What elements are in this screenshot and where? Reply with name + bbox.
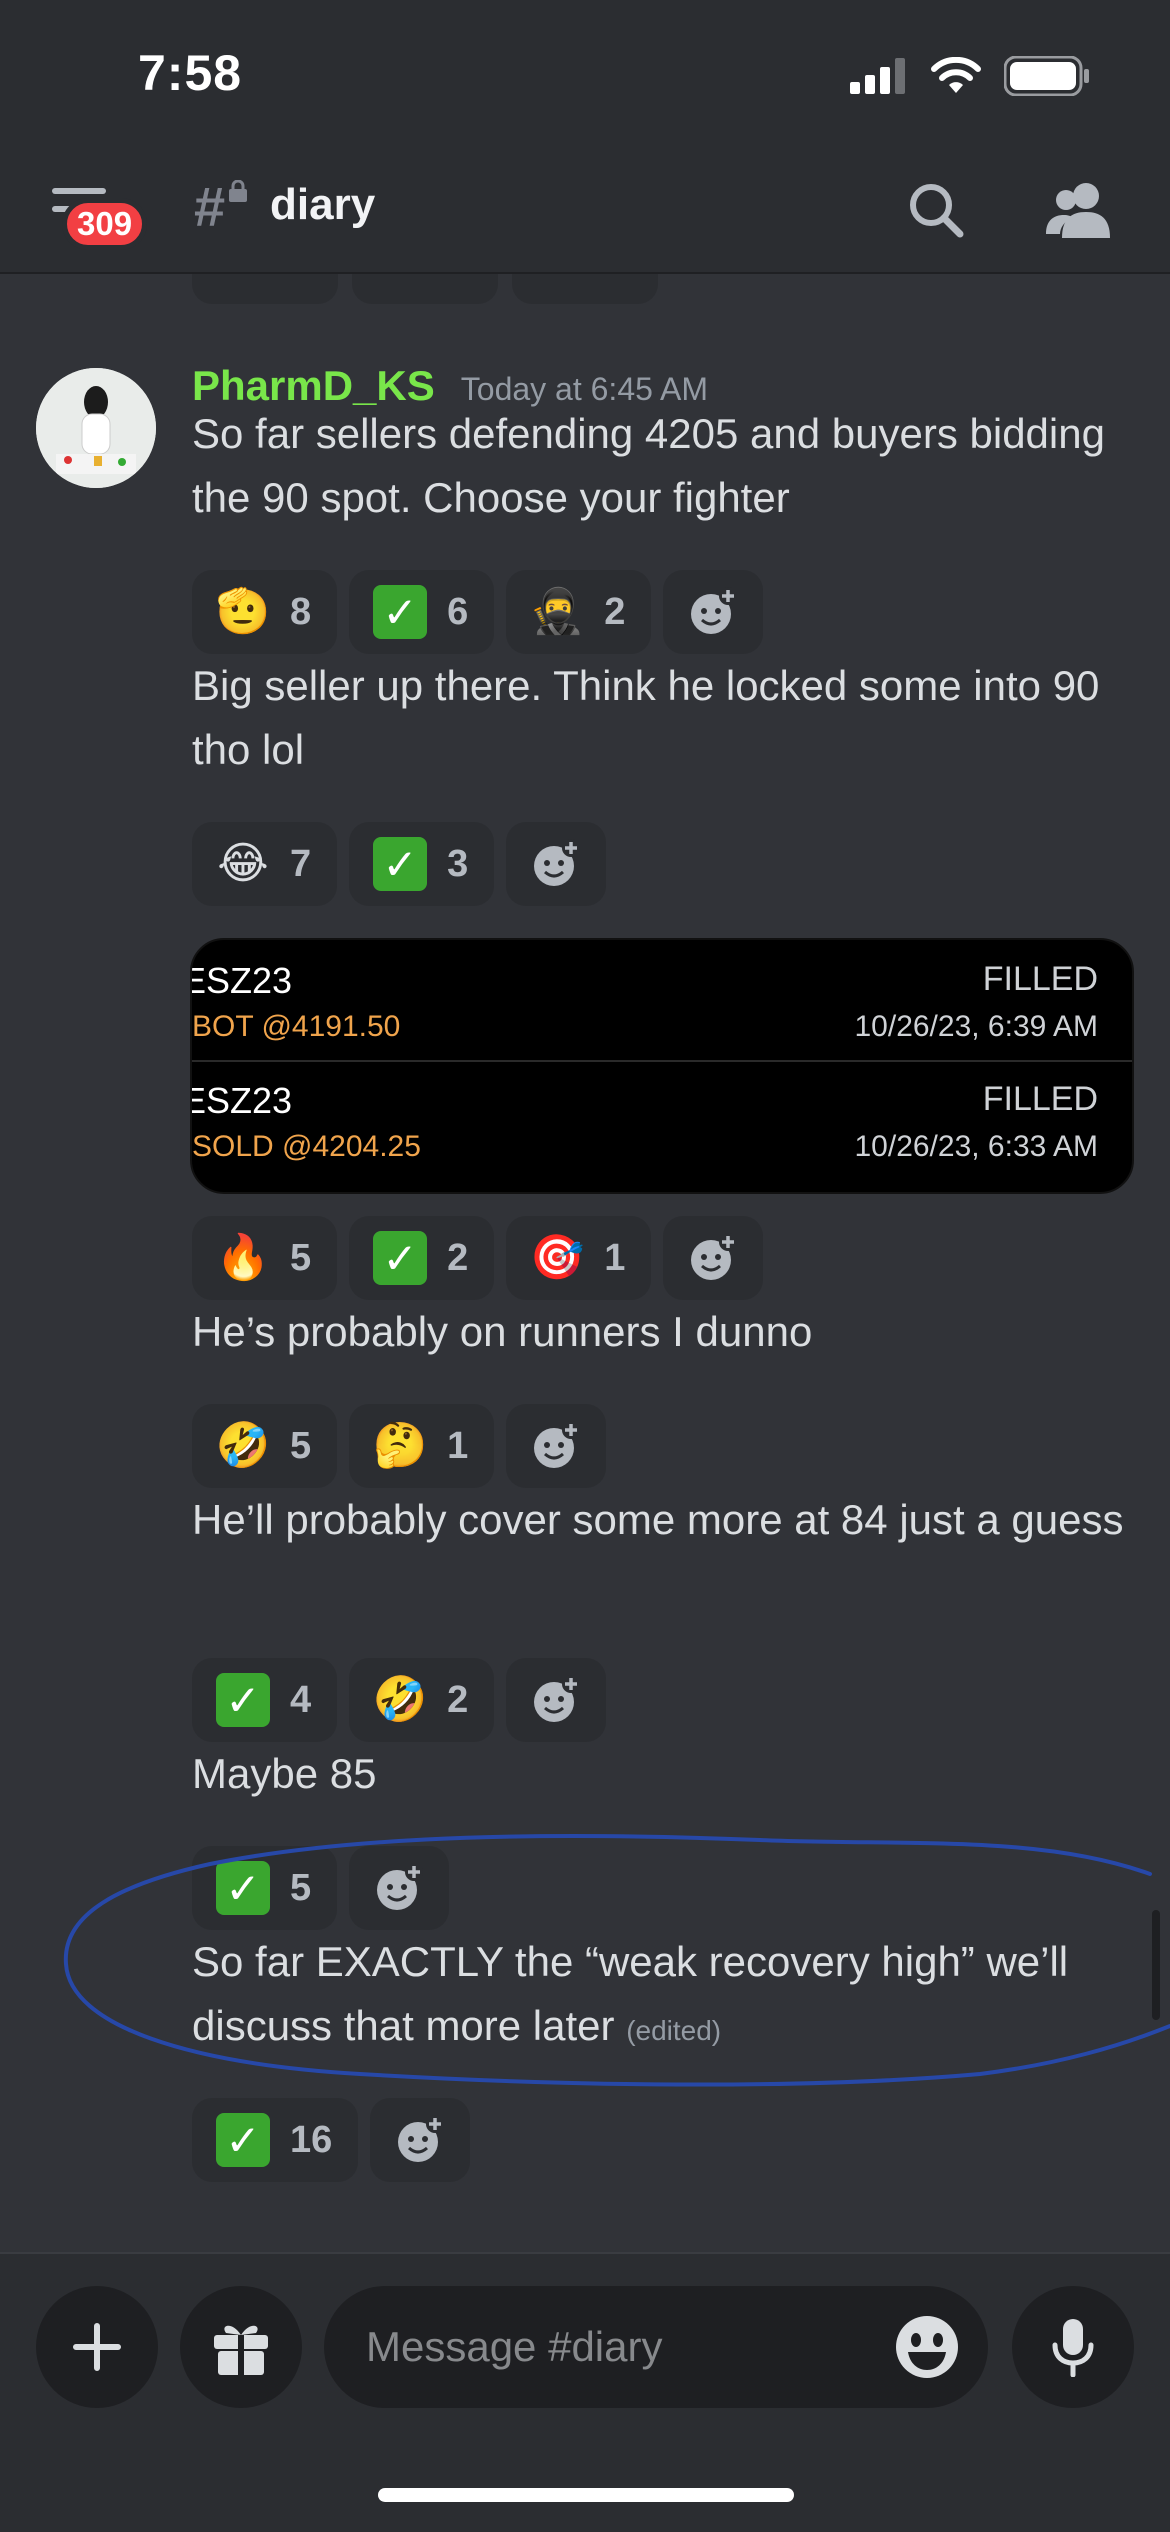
check-mark-icon: ✓	[373, 837, 428, 891]
rolling-laughing-icon: 🤣	[372, 1675, 428, 1724]
add-reaction-icon[interactable]	[349, 1846, 450, 1930]
status-icons	[850, 56, 1090, 96]
status-time: 7:58	[138, 45, 243, 101]
reaction-count: 7	[290, 842, 312, 885]
reaction-count: 1	[604, 1236, 626, 1279]
check-mark-icon: ✓	[216, 2113, 270, 2167]
reaction-bar: 🫡 8 ✓ 6 🥷 2	[192, 570, 764, 654]
reaction-count: 3	[447, 842, 469, 885]
add-reaction-icon[interactable]	[506, 1658, 607, 1742]
avatar[interactable]	[36, 368, 156, 488]
reaction-count: 5	[290, 1424, 312, 1467]
trade-date: 10/26/23, 6:39 AM	[854, 1010, 1098, 1043]
status-bar: 7:58	[0, 0, 1170, 150]
previous-reactions	[192, 274, 658, 304]
edited-label: (edited)	[626, 2015, 722, 2046]
reaction-chip[interactable]: ✓ 5	[192, 1846, 338, 1930]
plus-icon[interactable]	[36, 2286, 158, 2408]
channel-header: 309 # diary	[0, 150, 1170, 274]
reaction-bar: ✓ 5	[192, 1846, 450, 1930]
trade-side: BOT @4191.50	[192, 1010, 401, 1043]
trade-row: ESZ23 SOLD @4204.25 FILLED 10/26/23, 6:3…	[190, 1060, 1132, 1176]
check-mark-icon: ✓	[373, 1231, 428, 1285]
message-text[interactable]: Big seller up there. Think he locked som…	[192, 654, 1152, 782]
trade-side: SOLD @4204.25	[192, 1130, 421, 1163]
thinking-face-icon: 🤔	[372, 1421, 428, 1470]
reaction-chip[interactable]: ✓ 6	[349, 570, 495, 654]
ninja-icon: 🥷	[529, 587, 585, 636]
reaction-count: 5	[290, 1236, 312, 1279]
reaction-bar: ✓ 16	[192, 2098, 471, 2182]
trade-screenshot[interactable]: ESZ23 BOT @4191.50 FILLED 10/26/23, 6:39…	[190, 938, 1134, 1194]
emoji-icon[interactable]	[894, 2314, 960, 2380]
reaction-chip[interactable]: 🤔 1	[349, 1404, 495, 1488]
message-text[interactable]: He’s probably on runners I dunno	[192, 1300, 1152, 1364]
trade-symbol: ESZ23	[190, 1080, 293, 1121]
check-mark-icon: ✓	[216, 1861, 270, 1915]
trade-date: 10/26/23, 6:33 AM	[854, 1130, 1098, 1163]
search-icon[interactable]	[906, 180, 966, 240]
wifi-icon	[931, 57, 981, 93]
reaction-bar: 🤣 5 🤔 1	[192, 1404, 607, 1488]
reaction-chip[interactable]: 🎯 1	[506, 1216, 652, 1300]
trade-symbol: ESZ23	[190, 960, 293, 1001]
reaction-count: 2	[447, 1236, 469, 1279]
reaction-chip[interactable]: 🔥 5	[192, 1216, 338, 1300]
trade-status: FILLED	[982, 1080, 1098, 1118]
reaction-chip[interactable]: 🤣 2	[349, 1658, 495, 1742]
message-input[interactable]	[366, 2316, 866, 2378]
add-reaction-icon[interactable]	[506, 822, 607, 906]
message-input-container[interactable]	[324, 2286, 988, 2408]
add-reaction-icon[interactable]	[663, 1216, 764, 1300]
signal-icon	[850, 58, 905, 94]
reaction-count: 6	[447, 590, 469, 633]
home-indicator[interactable]	[378, 2488, 794, 2502]
rolling-laughing-icon: 🤣	[215, 1421, 271, 1470]
check-mark-icon: ✓	[373, 585, 428, 639]
reaction-chip[interactable]: 🤣 5	[192, 1404, 338, 1488]
reaction-count: 8	[290, 590, 312, 633]
fire-icon: 🔥	[215, 1233, 271, 1282]
hash-lock-icon: #	[194, 175, 226, 238]
message-text[interactable]: He’ll probably cover some more at 84 jus…	[192, 1488, 1152, 1552]
direct-hit-icon: 🎯	[529, 1233, 585, 1282]
message-text[interactable]: So far sellers defending 4205 and buyers…	[192, 402, 1152, 530]
reaction-bar: ✓ 4 🤣 2	[192, 1658, 607, 1742]
reaction-chip[interactable]: 😂 7	[192, 822, 338, 906]
message-text[interactable]: So far EXACTLY the “weak recovery high” …	[192, 1930, 1152, 2063]
trade-row: ESZ23 BOT @4191.50 FILLED 10/26/23, 6:39…	[190, 942, 1132, 1058]
reaction-bar: 🔥 5 ✓ 2 🎯 1	[192, 1216, 764, 1300]
add-reaction-icon[interactable]	[370, 2098, 471, 2182]
reaction-chip[interactable]: ✓ 4	[192, 1658, 338, 1742]
notification-badge: 309	[62, 198, 148, 250]
reaction-chip[interactable]: 🫡 8	[192, 570, 338, 654]
lock-icon	[229, 180, 247, 202]
reaction-chip[interactable]: ✓ 16	[192, 2098, 359, 2182]
reaction-chip[interactable]: 🥷 2	[506, 570, 652, 654]
message-text[interactable]: Maybe 85	[192, 1742, 1152, 1806]
reaction-count: 5	[290, 1866, 312, 1909]
reaction-chip[interactable]: ✓ 3	[349, 822, 495, 906]
saluting-face-icon: 🫡	[215, 587, 271, 636]
reaction-count: 1	[447, 1424, 469, 1467]
trade-status: FILLED	[982, 960, 1098, 998]
add-reaction-icon[interactable]	[663, 570, 764, 654]
gift-icon[interactable]	[180, 2286, 302, 2408]
reaction-count: 2	[604, 590, 626, 633]
reaction-bar: 😂 7 ✓ 3	[192, 822, 607, 906]
add-reaction-icon[interactable]	[506, 1404, 607, 1488]
reaction-chip[interactable]: ✓ 2	[349, 1216, 495, 1300]
reaction-count: 16	[290, 2118, 333, 2161]
microphone-icon[interactable]	[1012, 2286, 1134, 2408]
tears-of-joy-icon: 😂	[217, 839, 269, 888]
message-list[interactable]: PharmD_KS Today at 6:45 AM So far seller…	[0, 274, 1170, 2252]
members-icon[interactable]	[1046, 178, 1112, 240]
check-mark-icon: ✓	[216, 1673, 270, 1727]
channel-title: diary	[270, 180, 376, 229]
scrollbar[interactable]	[1152, 1910, 1160, 2020]
reaction-count: 2	[447, 1678, 469, 1721]
reaction-count: 4	[290, 1678, 312, 1721]
battery-icon	[1004, 56, 1089, 96]
